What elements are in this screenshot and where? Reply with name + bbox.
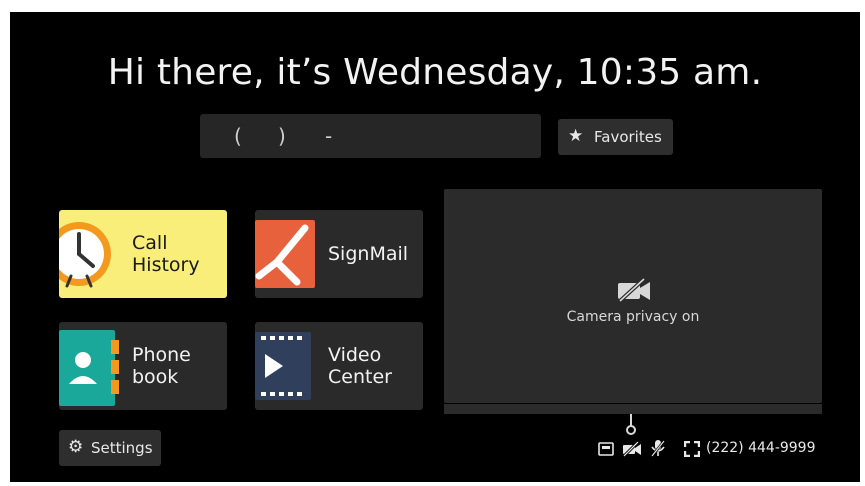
- video-center-label-line2: Center: [328, 366, 392, 388]
- camera-privacy-text: Camera privacy on: [566, 309, 700, 325]
- call-history-tile[interactable]: Call History: [59, 210, 227, 298]
- star-icon: ★: [568, 126, 584, 146]
- phone-book-label-line2: book: [132, 366, 179, 388]
- dial-number-field[interactable]: ( ) -: [200, 114, 541, 158]
- contact-book-icon: [59, 330, 119, 406]
- favorites-button[interactable]: ★ Favorites: [558, 119, 673, 155]
- network-icon: [598, 442, 614, 456]
- film-play-icon: [255, 332, 311, 400]
- camera-tilt-handle-icon[interactable]: [624, 414, 638, 436]
- phone-book-label-line1: Phone: [132, 344, 191, 366]
- camera-off-status-icon: [622, 441, 641, 457]
- own-phone-number: (222) 444-9999: [706, 440, 816, 456]
- signmail-label: SignMail: [328, 243, 409, 265]
- call-history-label-line2: History: [132, 254, 200, 276]
- signmail-tile[interactable]: SignMail: [255, 210, 423, 298]
- tv-screen: Hi there, it’s Wednesday, 10:35 am. ( ) …: [10, 12, 860, 482]
- video-center-tile[interactable]: Video Center: [255, 322, 423, 410]
- gear-icon: ⚙: [68, 437, 84, 457]
- favorites-label: Favorites: [594, 128, 662, 146]
- call-history-label-line1: Call: [132, 232, 168, 254]
- dial-paren-close: ): [278, 124, 286, 148]
- camera-preview-panel: Camera privacy on: [444, 189, 822, 403]
- settings-label: Settings: [91, 439, 153, 457]
- camera-panel-footer: [444, 404, 822, 414]
- video-center-label-line1: Video: [328, 344, 382, 366]
- greeting-title: Hi there, it’s Wednesday, 10:35 am.: [107, 52, 763, 93]
- dial-paren-open: (: [234, 124, 242, 148]
- mic-off-icon: [650, 440, 666, 457]
- fullscreen-icon[interactable]: [684, 441, 700, 457]
- signmail-icon: [255, 220, 315, 288]
- phone-book-tile[interactable]: Phone book: [59, 322, 227, 410]
- camera-off-icon: [618, 277, 650, 303]
- clock-icon: [59, 222, 111, 288]
- settings-button[interactable]: ⚙ Settings: [59, 430, 161, 466]
- dial-dash: -: [325, 124, 333, 148]
